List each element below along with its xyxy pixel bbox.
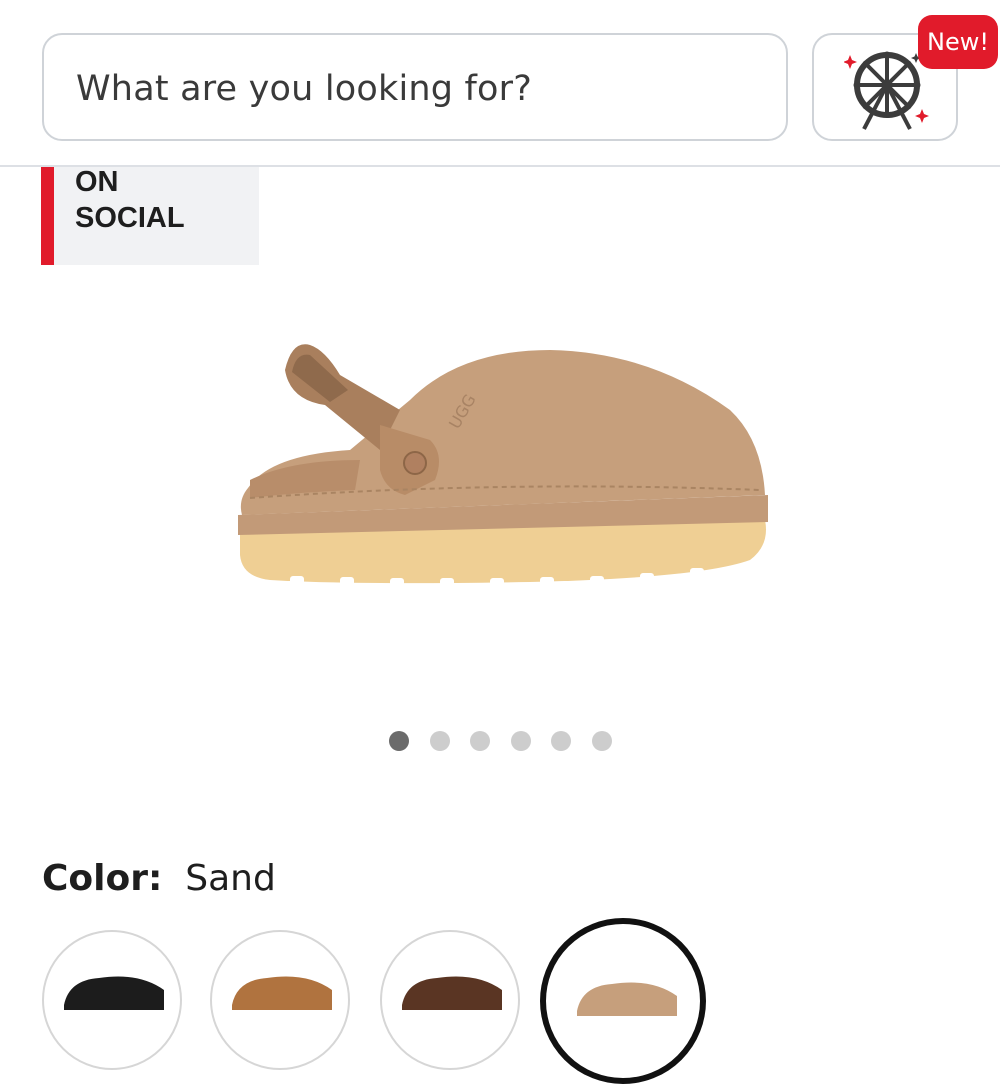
new-badge: New!	[918, 15, 998, 69]
swatch-chestnut[interactable]	[210, 930, 350, 1070]
swatch-sand[interactable]	[540, 918, 706, 1084]
shoe-thumbnail-sand	[577, 982, 677, 1016]
carousel-dot-1[interactable]	[389, 731, 409, 751]
carousel-dot-4[interactable]	[511, 731, 531, 751]
carousel-dot-5[interactable]	[551, 731, 571, 751]
search-input[interactable]: What are you looking for?	[42, 33, 788, 141]
color-value: Sand	[185, 858, 276, 899]
accent-bar	[41, 150, 54, 265]
product-image[interactable]: UGG	[230, 330, 770, 600]
top-bar: What are you looking for?	[0, 0, 1000, 167]
swatch-black[interactable]	[42, 930, 182, 1070]
on-social-tag: ON SOCIAL	[41, 150, 259, 265]
swatch-burnt-cedar[interactable]	[380, 930, 520, 1070]
color-label-title: Color:	[42, 858, 163, 899]
carousel-dot-3[interactable]	[470, 731, 490, 751]
shoe-thumbnail-black	[64, 976, 164, 1010]
carousel-dot-2[interactable]	[430, 731, 450, 751]
carousel-dot-6[interactable]	[592, 731, 612, 751]
tag-line-2: SOCIAL	[75, 202, 185, 234]
tag-line-1: ON	[75, 166, 119, 198]
color-label: Color: Sand	[42, 858, 276, 899]
ferris-wheel-icon	[844, 51, 929, 130]
shoe-thumbnail-burnt-cedar	[402, 976, 502, 1010]
shoe-thumbnail-chestnut	[232, 976, 332, 1010]
search-placeholder: What are you looking for?	[76, 69, 533, 109]
